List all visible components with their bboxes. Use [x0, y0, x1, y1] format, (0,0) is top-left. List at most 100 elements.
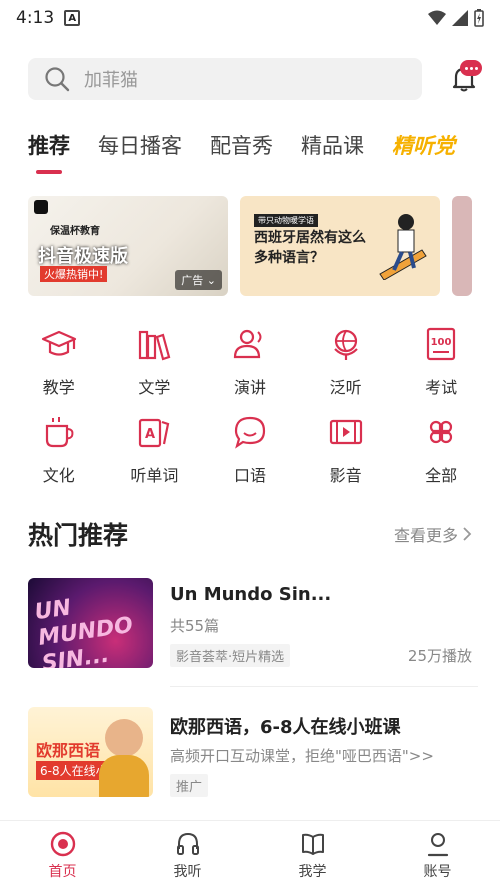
coffee-cup-icon — [45, 417, 74, 448]
search-placeholder: 加菲猫 — [84, 70, 138, 91]
chevron-right-icon — [463, 527, 472, 541]
nav-listen[interactable]: 我听 — [125, 821, 250, 888]
notification-a-icon: A — [64, 10, 81, 26]
nav-label: 我学 — [298, 864, 327, 880]
svg-text:100: 100 — [431, 337, 452, 348]
item-tag: 影音荟萃·短片精选 — [170, 644, 291, 667]
thumbnail-text: 欧那西语 — [36, 741, 101, 760]
item-count: 共55篇 — [170, 617, 220, 635]
category-speech[interactable]: 演讲 — [202, 324, 298, 398]
banner-carousel: 保温杯教育 抖音极速版 火爆热销中! 广告 ⌄ 带只动物暖学语 西班牙居然有这么… — [0, 196, 500, 296]
battery-icon — [474, 9, 484, 27]
list-item[interactable]: UN MUNDO SIN... Un Mundo Sin... 共55篇 影音荟… — [0, 578, 500, 668]
tab-intensive-listening[interactable]: 精听党 — [392, 130, 455, 174]
category-label: 文化 — [42, 466, 75, 485]
divider — [170, 686, 478, 687]
category-exam[interactable]: 100 考试 — [393, 324, 489, 398]
graduation-cap-icon — [41, 330, 76, 356]
tab-daily-podcast[interactable]: 每日播客 — [98, 130, 182, 174]
category-label: 文学 — [138, 378, 171, 397]
ad-label-text: 广告 — [181, 274, 204, 287]
user-icon — [427, 833, 448, 857]
category-extensive-listening[interactable]: 泛听 — [298, 324, 394, 398]
banner-small-text: 保温杯教育 — [50, 226, 100, 237]
category-speaking[interactable]: 口语 — [202, 412, 298, 486]
bottom-navigation: 首页 我听 我学 账号 — [0, 820, 500, 888]
category-literature[interactable]: 文学 — [107, 324, 203, 398]
see-more-link[interactable]: 查看更多 — [394, 522, 472, 546]
exam-100-icon: 100 — [427, 327, 456, 361]
sponsored-badge: 推广 — [170, 774, 209, 797]
books-icon — [139, 330, 171, 361]
tiktok-logo-icon — [34, 200, 48, 214]
tab-recommend[interactable]: 推荐 — [28, 130, 70, 174]
pencil-rider-illustration-icon — [379, 214, 427, 280]
nav-account[interactable]: 账号 — [375, 821, 500, 888]
ad-label[interactable]: 广告 ⌄ — [175, 270, 222, 290]
item-meta: 推广 — [170, 774, 472, 797]
speaker-icon — [233, 329, 262, 359]
tab-bar: 推荐 每日播客 配音秀 精品课 精听党 — [0, 130, 500, 174]
item-title: 欧那西语，6-8人在线小班课 — [170, 717, 401, 738]
item-meta: 影音荟萃·短片精选 25万播放 — [170, 644, 472, 667]
banner-title: 抖音极速版 — [38, 246, 128, 267]
chat-bubble-icon — [234, 416, 266, 449]
open-book-icon — [301, 833, 324, 855]
status-bar: 4:13 A — [0, 0, 500, 36]
home-logo-icon — [50, 831, 75, 857]
wifi-icon — [428, 10, 446, 25]
headphones-icon — [176, 832, 199, 855]
see-more-label: 查看更多 — [393, 526, 458, 545]
notification-button[interactable] — [422, 60, 482, 92]
category-label: 影音 — [329, 466, 362, 485]
banner-spanish-languages[interactable]: 带只动物暖学语 西班牙居然有这么多种语言？ — [240, 196, 440, 296]
item-title: Un Mundo Sin... — [170, 584, 332, 605]
category-film[interactable]: 影音 — [298, 412, 394, 486]
status-icons — [428, 9, 484, 27]
hot-recommend-header: 热门推荐 查看更多 — [0, 516, 500, 552]
section-title: 热门推荐 — [28, 521, 129, 550]
four-leaf-icon — [430, 420, 453, 444]
person-face — [105, 719, 143, 757]
item-info: Un Mundo Sin... 共55篇 影音荟萃·短片精选 25万播放 — [170, 578, 472, 668]
thumbnail-text: UN MUNDO SIN... — [33, 595, 135, 668]
category-teaching[interactable]: 教学 — [11, 324, 107, 398]
search-icon — [45, 67, 70, 92]
nav-label: 首页 — [48, 864, 77, 880]
category-label: 考试 — [425, 378, 458, 397]
nav-home[interactable]: 首页 — [0, 821, 125, 888]
banner-douyin-ad[interactable]: 保温杯教育 抖音极速版 火爆热销中! 广告 ⌄ — [28, 196, 228, 296]
tab-premium-course[interactable]: 精品课 — [301, 130, 364, 174]
item-thumbnail: 欧那西语 6-8人在线小班课 — [28, 707, 153, 797]
search-row: 加菲猫 — [0, 58, 500, 100]
banner-red-tag: 火爆热销中! — [40, 266, 108, 282]
category-label: 演讲 — [233, 378, 266, 397]
flashcard-icon: A — [139, 418, 170, 448]
nav-label: 账号 — [423, 864, 452, 880]
person-body — [99, 755, 149, 797]
category-vocabulary[interactable]: A 听单词 — [107, 412, 203, 486]
search-input[interactable]: 加菲猫 — [28, 58, 422, 100]
status-time: 4:13 — [16, 8, 55, 28]
category-grid: 教学 文学 演讲 泛听 100 考试 文化 A 听单词 口语 影音 全部 — [0, 324, 500, 486]
nav-study[interactable]: 我学 — [250, 821, 375, 888]
category-label: 口语 — [233, 466, 266, 485]
film-icon — [329, 419, 362, 445]
item-description: 高频开口互动课堂，拒绝"哑巴西语">> — [170, 747, 434, 765]
tab-dubbing-show[interactable]: 配音秀 — [210, 130, 273, 174]
category-culture[interactable]: 文化 — [11, 412, 107, 486]
globe-icon — [333, 329, 358, 360]
signal-icon — [452, 10, 468, 26]
nav-label: 我听 — [173, 864, 202, 880]
item-plays: 25万播放 — [407, 647, 472, 665]
notification-badge — [460, 60, 482, 76]
banner-next-peek[interactable] — [452, 196, 472, 296]
banner-tag: 带只动物暖学语 — [254, 214, 318, 227]
item-thumbnail: UN MUNDO SIN... — [28, 578, 153, 668]
category-all[interactable]: 全部 — [393, 412, 489, 486]
category-label: 教学 — [42, 378, 75, 397]
category-label: 泛听 — [329, 378, 362, 397]
category-label: 听单词 — [130, 466, 179, 485]
list-item[interactable]: 欧那西语 6-8人在线小班课 欧那西语，6-8人在线小班课 高频开口互动课堂，拒… — [0, 707, 500, 797]
svg-text:A: A — [145, 427, 155, 442]
